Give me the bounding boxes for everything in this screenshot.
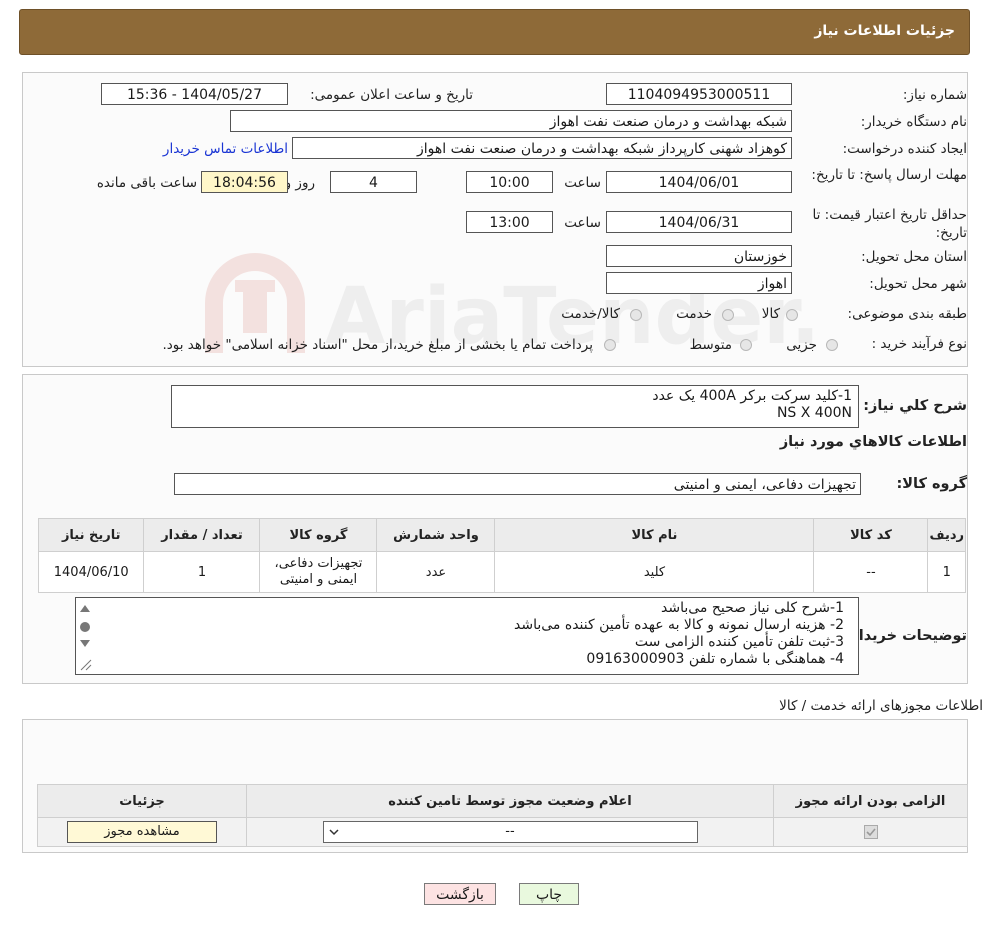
buyer-note-line-3: 3-ثبت تلفن تأمین کننده الزامی ست [634, 634, 844, 650]
permits-table: الزامی بودن ارائه مجوز اعلام وضعیت مجوز … [37, 784, 968, 847]
chevron-down-icon [328, 822, 340, 849]
col-unit: واحد شمارش [376, 518, 496, 552]
col-name: نام کالا [494, 518, 815, 552]
announce-field: 1404/05/27 - 15:36 [101, 83, 288, 105]
buyer-org-label: نام دستگاه خریدار: [860, 114, 967, 130]
view-permit-button[interactable]: مشاهده مجوز [67, 821, 217, 843]
col-code: کد کالا [813, 518, 929, 552]
announce-label: تاریخ و ساعت اعلان عمومی: [310, 87, 473, 103]
remaining-label: ساعت باقی مانده [96, 175, 197, 191]
price-validity-time-label: ساعت [564, 215, 601, 231]
cell-code: -- [813, 551, 929, 593]
days-field: 4 [330, 171, 417, 193]
province-field: خوزستان [606, 245, 792, 267]
deadline-time-field: 10:00 [466, 171, 553, 193]
table-row: -- مشاهده مجوز [37, 817, 968, 847]
cell-permit-details: مشاهده مجوز [37, 817, 247, 847]
cell-qty: 1 [143, 551, 261, 593]
permit-required-checkbox[interactable] [863, 825, 878, 839]
process-note: پرداخت تمام یا بخشی از مبلغ خرید،از محل … [162, 337, 593, 353]
need-number-field: 1104094953000511 [606, 83, 792, 105]
col-row: رديف [927, 518, 966, 552]
buyer-org-field: شبکه بهداشت و درمان صنعت نفت اهواز [230, 110, 792, 132]
cell-date: 1404/06/10 [37, 551, 145, 593]
cell-permit-required [773, 817, 968, 847]
buyer-notes-textarea[interactable]: 1-شرح کلی نیاز صحیح می‌باشد 2- هزینه ارس… [75, 597, 859, 675]
page-title: جزئیات اطلاعات نیاز [814, 23, 955, 39]
city-field: اهواز [606, 272, 792, 294]
goods-group-field: تجهیزات دفاعی، ایمنی و امنیتی [174, 473, 861, 495]
process-radio-treasury[interactable] [604, 339, 616, 351]
requester-label: ایجاد کننده درخواست: [842, 141, 967, 157]
buyer-note-line-4: 4- هماهنگی با شماره تلفن 09163000903 [586, 651, 844, 667]
col-qty: تعداد / مقدار [143, 518, 261, 552]
page-header: جزئیات اطلاعات نیاز [19, 9, 970, 55]
buyer-notes-label: توضیحات خریدار: [844, 628, 967, 644]
category-radio-service[interactable] [722, 309, 734, 321]
process-option-minor: جزیی [786, 337, 817, 353]
col-group: گروه کالا [259, 518, 378, 552]
cell-permit-status: -- [246, 817, 774, 847]
description-line-2: NS X 400N [776, 405, 852, 421]
buyer-contact-link[interactable]: اطلاعات تماس خریدار [163, 141, 288, 157]
table-row: 1 -- کلید عدد تجهیزات دفاعی، ایمنی و امن… [37, 551, 966, 593]
remaining-time-field: 18:04:56 [201, 171, 288, 193]
cell-unit: عدد [376, 551, 496, 593]
price-validity-time-field: 13:00 [466, 211, 553, 233]
process-label: نوع فرآیند خرید : [871, 336, 967, 352]
col-permit-details: جزئیات [37, 784, 247, 818]
price-validity-label: حداقل تاریخ اعتبار قیمت: تا تاریخ: [812, 207, 967, 241]
category-radio-goods-service[interactable] [630, 309, 642, 321]
process-option-medium: متوسط [689, 337, 732, 353]
process-radio-medium[interactable] [740, 339, 752, 351]
permit-status-select[interactable]: -- [322, 821, 698, 843]
category-option-goods: کالا [761, 306, 780, 322]
buyer-notes-scrollbar[interactable] [77, 600, 93, 672]
cell-group: تجهیزات دفاعی، ایمنی و امنیتی [259, 551, 378, 593]
print-button[interactable]: چاپ [519, 883, 579, 905]
check-icon [865, 828, 876, 837]
description-line-1: 1-کلید سرکت برکر 400A یک عدد [652, 388, 852, 404]
col-permit-status: اعلام وضعیت مجوز توسط تامین کننده [246, 784, 774, 818]
province-label: استان محل تحویل: [861, 249, 967, 265]
category-radio-goods[interactable] [786, 309, 798, 321]
col-date: تاریخ نیاز [37, 518, 145, 552]
requester-field: کوهزاد شهنی کارپرداز شبکه بهداشت و درمان… [292, 137, 792, 159]
category-option-service: خدمت [676, 306, 712, 322]
col-permit-required: الزامی بودن ارائه مجوز [773, 784, 968, 818]
buyer-note-line-2: 2- هزینه ارسال نمونه و کالا به عهده تأمی… [514, 617, 844, 633]
city-label: شهر محل تحویل: [869, 276, 967, 292]
process-radio-minor[interactable] [826, 339, 838, 351]
goods-table: رديف کد کالا نام کالا واحد شمارش گروه کا… [37, 518, 966, 593]
back-button[interactable]: بازگشت [424, 883, 496, 905]
permits-section-title: اطلاعات مجوزهای ارائه خدمت / کالا [779, 698, 983, 714]
price-validity-date-field: 1404/06/31 [606, 211, 792, 233]
deadline-time-label: ساعت [564, 175, 601, 191]
cell-row: 1 [927, 551, 966, 593]
days-label: روز و [284, 175, 315, 191]
goods-section-title: اطلاعات کالاهاي مورد نياز [779, 434, 967, 450]
cell-name: کلید [494, 551, 815, 593]
description-label: شرح کلي نياز: [863, 398, 967, 414]
scrollbar-arrows-icon [80, 605, 92, 671]
deadline-date-field: 1404/06/01 [606, 171, 792, 193]
permit-status-value: -- [505, 824, 515, 839]
goods-group-label: گروه کالا: [896, 476, 967, 492]
category-label: طبقه بندی موضوعی: [847, 306, 967, 322]
deadline-label: مهلت ارسال پاسخ: تا تاریخ: [811, 167, 967, 183]
category-option-goods-service: کالا/خدمت [561, 306, 620, 322]
buyer-note-line-1: 1-شرح کلی نیاز صحیح می‌باشد [661, 600, 844, 616]
description-textarea[interactable]: 1-کلید سرکت برکر 400A یک عدد NS X 400N [171, 385, 859, 428]
need-number-label: شماره نیاز: [902, 87, 967, 103]
